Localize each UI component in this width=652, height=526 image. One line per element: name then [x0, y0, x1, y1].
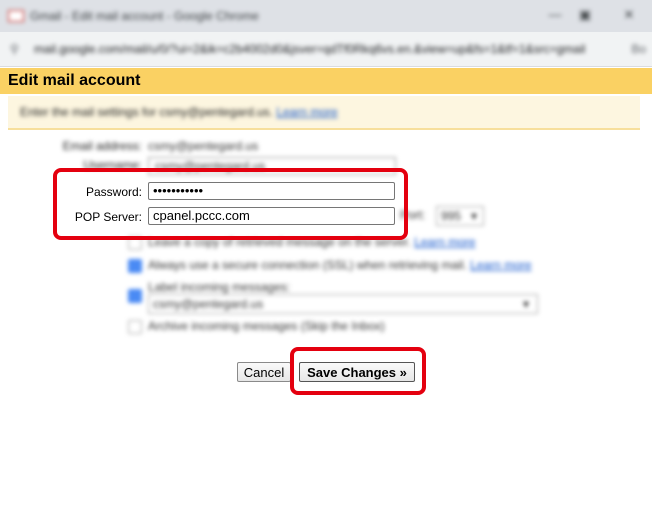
close-icon[interactable]: ✕ — [622, 8, 636, 22]
chevron-down-icon: ▾ — [471, 209, 478, 223]
label-incoming-checkbox[interactable] — [128, 289, 142, 303]
window-title: Gmail - Edit mail account - Google Chrom… — [30, 9, 259, 23]
archive-text: Archive incoming messages (Skip the Inbo… — [148, 319, 385, 333]
port-select[interactable]: 995 ▾ — [436, 206, 484, 226]
dialog-header: Edit mail account — [0, 68, 652, 94]
label-incoming-text: Label incoming messages: — [148, 280, 291, 294]
highlight-save-box — [290, 347, 426, 395]
site-info-icon[interactable]: ⚲ — [10, 42, 19, 56]
highlight-credentials-box — [53, 168, 408, 240]
minimize-icon[interactable]: — — [548, 8, 562, 22]
intro-text: Enter the mail settings for csmy@pentega… — [20, 105, 338, 119]
url-right-text: Bo — [631, 42, 646, 56]
archive-checkbox[interactable] — [128, 320, 142, 334]
address-bar[interactable]: ⚲ mail.google.com/mail/u/0/?ui=2&ik=c2b4… — [0, 32, 652, 67]
learn-more-link[interactable]: Learn more — [414, 235, 475, 249]
restore-icon[interactable]: ▣ — [578, 8, 592, 22]
cancel-button[interactable]: Cancel — [237, 362, 291, 382]
page-title: Edit mail account — [8, 72, 141, 89]
label-select[interactable]: csmy@pentegard.us ▾ — [148, 294, 538, 314]
email-value: csmy@pentegard.us — [148, 139, 259, 153]
ssl-checkbox[interactable] — [128, 259, 142, 273]
learn-more-link[interactable]: Learn more — [276, 105, 337, 119]
ssl-text: Always use a secure connection (SSL) whe… — [148, 258, 532, 272]
intro-bar: Enter the mail settings for csmy@pentega… — [8, 96, 640, 130]
browser-title-bar: Gmail - Edit mail account - Google Chrom… — [0, 0, 652, 32]
gmail-icon — [8, 10, 24, 22]
email-label: Email address: — [62, 139, 142, 153]
chevron-down-icon: ▾ — [523, 297, 530, 311]
learn-more-link[interactable]: Learn more — [470, 258, 531, 272]
url-text[interactable]: mail.google.com/mail/u/0/?ui=2&ik=c2b400… — [34, 42, 624, 56]
